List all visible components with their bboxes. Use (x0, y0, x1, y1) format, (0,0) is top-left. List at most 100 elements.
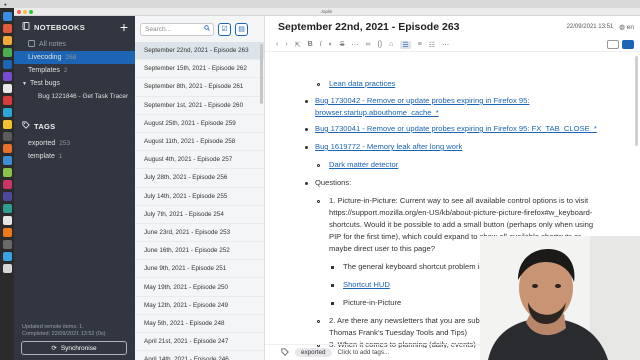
note-list-item[interactable]: June 23rd, 2021 - Episode 253 (135, 224, 264, 243)
sidebar-item-livecoding[interactable]: Livecoding 268 (14, 51, 135, 64)
highlight-icon[interactable]: ◐ (329, 41, 333, 48)
notebooks-header[interactable]: NOTEBOOKS + (14, 16, 135, 38)
note-title[interactable]: September 22nd, 2021 - Episode 263 (278, 21, 460, 33)
overflow-menu-icon[interactable]: ⋯ (442, 41, 449, 49)
app-icon[interactable] (2, 155, 12, 165)
content-text: 1. Picture-in-Picture: Current way to se… (329, 196, 589, 205)
joplin-icon[interactable] (2, 59, 12, 69)
content-link[interactable]: Dark matter detector (329, 159, 398, 171)
back-icon[interactable]: ‹ (276, 41, 278, 48)
note-list-item[interactable]: June 9th, 2021 - Episode 251 (135, 260, 264, 279)
sidebar-tag-exported[interactable]: exported 253 (14, 137, 135, 150)
note-list-scrollbar[interactable] (260, 44, 263, 104)
minimize-window-button[interactable] (23, 9, 27, 14)
globe-icon: ◍ (619, 24, 625, 31)
note-list-item[interactable]: September 15th, 2021 - Episode 262 (135, 60, 264, 79)
sidebar-item-label: Bug 1221846 - Get Task Tracer (38, 93, 129, 100)
chevron-down-icon[interactable]: ▼ (22, 81, 27, 87)
app-icon[interactable] (2, 71, 12, 81)
note-list-item[interactable]: August 11th, 2021 - Episode 258 (135, 133, 264, 152)
note-list-item[interactable]: July 14th, 2021 - Episode 255 (135, 188, 264, 206)
app-icon[interactable] (2, 83, 12, 93)
close-window-button[interactable] (17, 9, 21, 14)
note-list-item[interactable]: August 4th, 2021 - Episode 257 (135, 151, 264, 170)
content-link[interactable]: Lean data practices (329, 78, 395, 90)
content-link[interactable]: browser.startup.abouthome_cache_* (315, 107, 439, 119)
app-icon[interactable] (2, 215, 12, 225)
forward-icon[interactable]: › (285, 41, 287, 48)
trash-icon[interactable] (2, 263, 12, 273)
more-formatting-icon[interactable]: ⋯ (351, 41, 358, 49)
note-list-item[interactable]: May 12th, 2021 - Episode 249 (135, 297, 264, 315)
app-icon[interactable] (2, 95, 12, 105)
external-edit-icon[interactable]: ⇱ (295, 41, 301, 49)
content-link[interactable]: Shortcut HUD (343, 279, 390, 291)
sidebar-item-label: template (28, 153, 55, 160)
add-notebook-button[interactable]: + (120, 20, 128, 34)
editor-scrollbar[interactable] (635, 56, 638, 146)
note-list-item[interactable]: September 8th, 2021 - Episode 261 (135, 78, 264, 97)
app-icon[interactable] (2, 179, 12, 189)
content-link[interactable]: Bug 1619772 - Memory leak after long wor… (315, 141, 462, 153)
app-icon[interactable] (2, 107, 12, 117)
note-list-item[interactable]: July 28th, 2021 - Episode 256 (135, 169, 264, 188)
sidebar-item-all-notes[interactable]: All notes (14, 38, 135, 51)
language-selector[interactable]: ◍ en (619, 23, 634, 31)
link-icon[interactable]: ∞ (365, 41, 370, 48)
note-list-item[interactable]: May 5th, 2021 - Episode 248 (135, 315, 264, 333)
apple-icon[interactable]: ● (4, 2, 7, 7)
bullet-list-icon[interactable]: ☰ (400, 40, 411, 49)
content-text: maybe direct user to this page? (329, 244, 435, 253)
content-link[interactable]: Bug 1730042 - Remove or update probes ex… (315, 95, 529, 107)
bold-icon[interactable]: B (308, 41, 313, 48)
app-icon[interactable] (2, 131, 12, 141)
app-icon[interactable] (2, 23, 12, 33)
app-icon[interactable] (2, 227, 12, 237)
add-tags-button[interactable]: Click to add tags... (338, 349, 390, 356)
finder-icon[interactable] (2, 11, 12, 21)
sync-status-line: Completed: 22/09/2021 13:52 (0s) (22, 331, 106, 337)
note-list-item[interactable]: September 22nd, 2021 - Episode 263 (135, 42, 264, 61)
new-todo-button[interactable]: ☑ (218, 22, 231, 36)
sidebar-tag-template[interactable]: template 1 (14, 150, 135, 163)
app-icon[interactable] (2, 167, 12, 177)
note-list-item[interactable]: April 14th, 2021 - Episode 246 (135, 351, 264, 360)
attach-icon[interactable]: ⌂ (389, 41, 393, 48)
note-list-item[interactable]: June 16th, 2021 - Episode 252 (135, 242, 264, 261)
note-list-item[interactable]: July 7th, 2021 - Episode 254 (135, 206, 264, 224)
content-link[interactable]: Bug 1730041 - Remove or update probes ex… (315, 123, 597, 135)
search-input[interactable]: Search... (140, 22, 214, 36)
sidebar-item-label: exported (28, 140, 56, 147)
firefox-icon[interactable] (2, 143, 12, 153)
tag-chip[interactable]: exported (295, 348, 332, 357)
numbered-list-icon[interactable]: ≡ (418, 41, 422, 48)
app-icon[interactable] (2, 119, 12, 129)
app-icon[interactable] (2, 191, 12, 201)
new-note-button[interactable]: ▤ (235, 22, 248, 36)
editor-header: September 22nd, 2021 - Episode 263 22/09… (265, 16, 640, 38)
list-bullet (317, 83, 320, 86)
note-list-item[interactable]: September 1st, 2021 - Episode 260 (135, 97, 264, 115)
tags-header[interactable]: TAGS (14, 115, 135, 137)
note-list-item[interactable]: May 19th, 2021 - Episode 250 (135, 278, 264, 297)
note-list-item[interactable]: August 25th, 2021 - Episode 259 (135, 115, 264, 133)
italic-icon[interactable]: I (320, 41, 322, 48)
synchronise-button[interactable]: ⟳ Synchronise (21, 341, 127, 355)
toggle-editor-layout-icon[interactable] (607, 40, 619, 49)
tag-icon (22, 121, 30, 131)
app-icon[interactable] (2, 35, 12, 45)
app-icon[interactable] (2, 239, 12, 249)
app-icon[interactable] (2, 47, 12, 57)
all-notes-icon (28, 40, 35, 49)
toggle-edit-mode-icon[interactable] (622, 40, 634, 49)
note-list-item[interactable]: April 21st, 2021 - Episode 247 (135, 333, 264, 352)
sidebar-item-bug-1221846[interactable]: Bug 1221846 - Get Task Tracer (14, 90, 135, 103)
checklist-icon[interactable]: ☷ (429, 41, 435, 49)
app-icon[interactable] (2, 251, 12, 261)
strikethrough-icon[interactable]: S (340, 41, 345, 48)
app-icon[interactable] (2, 203, 12, 213)
sidebar-item-templates[interactable]: Templates 2 (14, 64, 135, 77)
code-icon[interactable]: {} (377, 41, 382, 48)
sidebar-item-test-bugs[interactable]: ▼ Test bugs (14, 77, 135, 90)
note-icon: ▤ (238, 26, 245, 33)
